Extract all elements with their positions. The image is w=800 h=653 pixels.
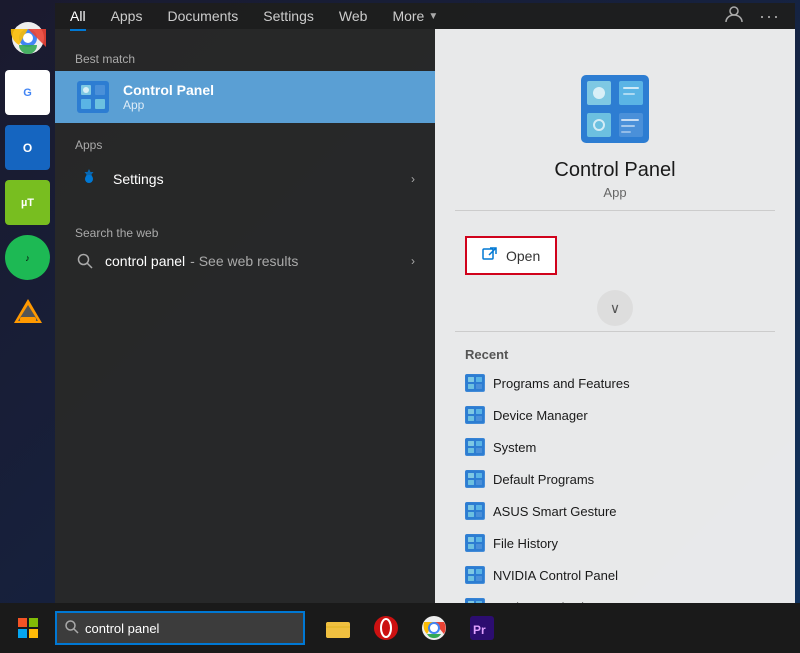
open-button-container: Open	[455, 226, 775, 285]
open-icon	[482, 246, 498, 265]
settings-arrow-icon: ›	[411, 172, 415, 186]
recent-item-icon-4	[465, 502, 485, 520]
taskbar-left-icons: G O µT ♪	[0, 0, 55, 600]
best-match-item[interactable]: Control Panel App	[55, 71, 435, 123]
svg-text:Pr: Pr	[473, 623, 486, 637]
tab-web[interactable]: Web	[339, 3, 368, 29]
recent-item-icon-6	[465, 566, 485, 584]
google-taskbar-icon[interactable]: G	[5, 70, 50, 115]
recent-item-icon-0	[465, 374, 485, 392]
recent-item-icon-2	[465, 438, 485, 456]
opera-taskbar-btn[interactable]	[363, 606, 408, 651]
open-label: Open	[506, 248, 540, 264]
windows-logo-icon	[18, 618, 38, 638]
file-explorer-taskbar-btn[interactable]	[315, 606, 360, 651]
nav-tabs: All Apps Documents Settings Web More ▼	[55, 3, 795, 29]
tab-documents[interactable]: Documents	[167, 3, 238, 29]
search-web-text: control panel - See web results	[105, 253, 298, 269]
expand-chevron-icon: ∨	[610, 300, 620, 317]
recent-item-5[interactable]: File History	[455, 527, 775, 559]
recent-item-2[interactable]: System	[455, 431, 775, 463]
separator	[455, 210, 775, 211]
taskbar-search-icon	[65, 620, 79, 637]
recent-item-6[interactable]: NVIDIA Control Panel	[455, 559, 775, 591]
open-button[interactable]: Open	[465, 236, 557, 275]
recent-label: Recent	[455, 342, 775, 367]
settings-menu-item[interactable]: Settings ›	[55, 157, 435, 201]
tab-apps[interactable]: Apps	[111, 3, 143, 29]
nav-right-icons: ···	[724, 4, 780, 29]
premiere-pro-icon: Pr	[468, 614, 496, 642]
recent-item-3[interactable]: Default Programs	[455, 463, 775, 495]
openoffice-taskbar-icon[interactable]: O	[5, 125, 50, 170]
chrome-taskbar-btn[interactable]	[411, 606, 456, 651]
left-panel: Best match Control Panel	[55, 29, 435, 643]
best-match-label: Best match	[55, 44, 435, 71]
apps-section: Apps Settings ›	[55, 123, 435, 211]
person-icon[interactable]	[724, 4, 744, 29]
recent-item-0[interactable]: Programs and Features	[455, 367, 775, 399]
tab-more[interactable]: More ▼	[392, 3, 438, 29]
file-explorer-icon	[324, 614, 352, 642]
start-button[interactable]	[0, 603, 55, 653]
right-panel-app-name: Control Panel	[554, 159, 675, 182]
more-chevron-icon: ▼	[428, 11, 438, 22]
search-web-label: Search the web	[55, 221, 435, 243]
utorrent-taskbar-icon[interactable]: µT	[5, 180, 50, 225]
control-panel-large-icon	[575, 69, 655, 149]
vlc-taskbar-icon[interactable]	[5, 290, 50, 335]
recent-item-icon-3	[465, 470, 485, 488]
recent-item-icon-5	[465, 534, 485, 552]
expand-button[interactable]: ∨	[597, 290, 633, 326]
search-web-icon	[75, 251, 95, 271]
recent-item-4[interactable]: ASUS Smart Gesture	[455, 495, 775, 527]
best-match-text: Control Panel App	[123, 82, 214, 112]
menu-body: Best match Control Panel	[55, 29, 795, 643]
search-web-item[interactable]: control panel - See web results ›	[55, 243, 435, 279]
separator-2	[455, 331, 775, 332]
control-panel-icon-large	[75, 79, 111, 115]
spotify-taskbar-icon[interactable]: ♪	[5, 235, 50, 280]
chrome-taskbar-icon[interactable]	[5, 15, 50, 60]
apps-label: Apps	[55, 133, 435, 157]
tab-all[interactable]: All	[70, 3, 86, 29]
recent-item-1[interactable]: Device Manager	[455, 399, 775, 431]
ellipsis-icon[interactable]: ···	[759, 6, 780, 27]
tab-settings[interactable]: Settings	[263, 3, 314, 29]
start-menu: All Apps Documents Settings Web More ▼	[55, 3, 795, 603]
desktop: G O µT ♪ All Apps Docu	[0, 0, 800, 653]
taskbar-search-input[interactable]	[85, 621, 295, 636]
search-web-section: Search the web control panel - See web r…	[55, 211, 435, 289]
chrome-icon	[420, 614, 448, 642]
right-panel-app-type: App	[603, 185, 626, 200]
settings-icon	[75, 165, 103, 193]
premiere-taskbar-btn[interactable]: Pr	[459, 606, 504, 651]
bottom-taskbar: Pr	[0, 603, 800, 653]
taskbar-search-bar[interactable]	[55, 611, 305, 645]
search-web-arrow-icon: ›	[411, 254, 415, 268]
recent-section: Recent Programs and Features	[455, 342, 775, 623]
recent-item-icon-1	[465, 406, 485, 424]
opera-icon	[372, 614, 400, 642]
right-panel: Control Panel App Open	[435, 29, 795, 643]
taskbar-apps: Pr	[315, 606, 504, 651]
